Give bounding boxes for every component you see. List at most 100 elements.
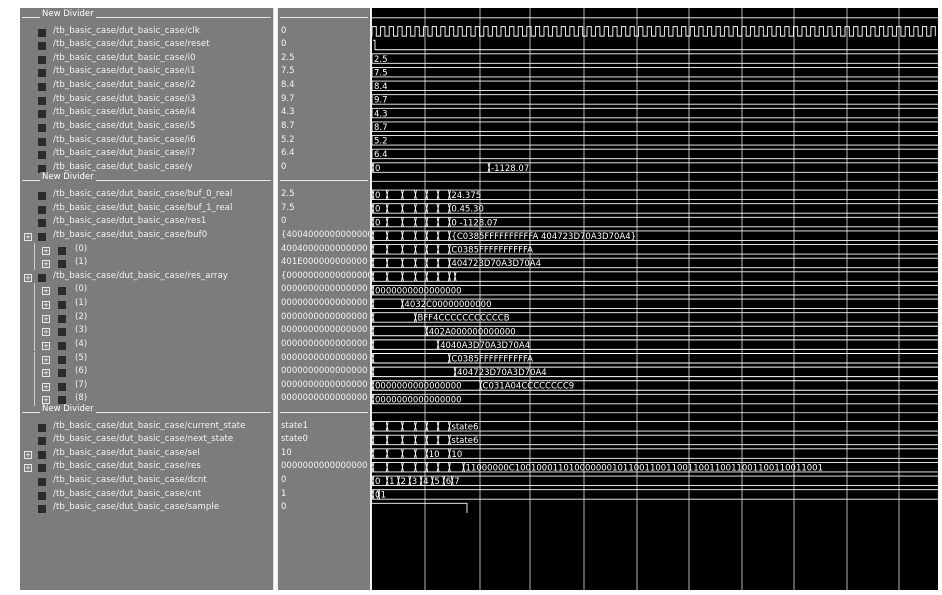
signal-name[interactable]: (1) xyxy=(75,298,87,308)
signal-row-name[interactable]: New Divider xyxy=(20,172,273,188)
signal-row-name[interactable]: /tb_basic_case/dut_basic_case/i1 xyxy=(20,65,273,79)
signal-value: 0000000000000000 xyxy=(281,461,368,472)
signal-row-name[interactable]: /tb_basic_case/dut_basic_case/i0 xyxy=(20,52,273,66)
signal-row-name[interactable]: + (6) xyxy=(20,365,273,379)
signal-row-name[interactable]: /tb_basic_case/dut_basic_case/i2 xyxy=(20,79,273,93)
signal-row-name[interactable]: /tb_basic_case/dut_basic_case/dcnt xyxy=(20,474,273,488)
expand-icon[interactable]: + xyxy=(24,464,32,473)
signal-row-name[interactable]: + (5) xyxy=(20,351,273,366)
expand-icon[interactable]: + xyxy=(24,273,32,282)
signal-name[interactable]: (6) xyxy=(75,366,87,376)
wave-label: -1128.07 xyxy=(491,164,529,174)
signal-name[interactable]: /tb_basic_case/dut_basic_case/buf_0_real xyxy=(53,189,232,199)
signal-name[interactable]: (1) xyxy=(75,257,87,267)
expand-icon[interactable]: + xyxy=(24,232,32,241)
signal-name[interactable]: (0) xyxy=(75,244,87,254)
signal-name[interactable]: /tb_basic_case/dut_basic_case/res xyxy=(53,461,201,471)
signal-name[interactable]: /tb_basic_case/dut_basic_case/i1 xyxy=(53,66,196,76)
signal-name[interactable]: /tb_basic_case/dut_basic_case/cnt xyxy=(53,489,201,499)
waveform-pane[interactable]: 2.5 7.5 8.4 9.7 4.3 8.7 5.2 6.4 0 -1128.07 0 24.375… xyxy=(370,8,938,590)
signal-name[interactable]: /tb_basic_case/dut_basic_case/i5 xyxy=(53,121,196,131)
signal-icon xyxy=(58,369,66,378)
signal-value: 0000000000000000 xyxy=(281,298,368,309)
expand-icon[interactable]: + xyxy=(24,450,32,459)
signal-icon xyxy=(38,423,46,432)
signal-row-name[interactable]: + (1) xyxy=(20,297,273,311)
signal-row-name[interactable]: /tb_basic_case/dut_basic_case/cnt xyxy=(20,488,273,502)
signal-row-name[interactable]: + /tb_basic_case/dut_basic_case/buf0 xyxy=(20,229,273,243)
signal-name[interactable]: /tb_basic_case/dut_basic_case/buf0 xyxy=(53,230,207,240)
signal-row-name[interactable]: + /tb_basic_case/dut_basic_case/res xyxy=(20,460,273,474)
signal-row-name[interactable]: /tb_basic_case/dut_basic_case/current_st… xyxy=(20,420,273,434)
expand-icon[interactable]: + xyxy=(42,328,50,337)
signal-name[interactable]: /tb_basic_case/dut_basic_case/sel xyxy=(53,448,200,458)
signal-name[interactable]: /tb_basic_case/dut_basic_case/i2 xyxy=(53,80,196,90)
signal-name[interactable]: /tb_basic_case/dut_basic_case/i4 xyxy=(53,107,196,117)
signal-name[interactable]: /tb_basic_case/dut_basic_case/res_array xyxy=(53,271,228,281)
signal-row-name[interactable]: + (1) xyxy=(20,256,273,270)
signal-value: 8.7 xyxy=(281,120,295,131)
signal-name[interactable]: (7) xyxy=(75,380,87,390)
bus-wave xyxy=(372,135,938,146)
signal-row-name[interactable]: /tb_basic_case/dut_basic_case/clk xyxy=(20,25,273,39)
expand-icon[interactable]: + xyxy=(42,382,50,391)
expand-icon[interactable]: + xyxy=(42,314,50,323)
signal-row-name[interactable]: /tb_basic_case/dut_basic_case/i6 xyxy=(20,134,273,148)
signal-row-value: 0000000000000000 xyxy=(278,324,370,338)
expand-icon[interactable]: + xyxy=(42,287,50,296)
expand-icon[interactable]: + xyxy=(42,369,50,378)
signal-name[interactable]: /tb_basic_case/dut_basic_case/i3 xyxy=(53,94,196,104)
signal-row-name[interactable]: /tb_basic_case/dut_basic_case/i5 xyxy=(20,120,273,134)
signal-name[interactable]: /tb_basic_case/dut_basic_case/i6 xyxy=(53,135,196,145)
signal-row-name[interactable]: + (0) xyxy=(20,283,273,297)
signal-name[interactable]: /tb_basic_case/dut_basic_case/current_st… xyxy=(53,421,245,431)
signal-row-name[interactable]: /tb_basic_case/dut_basic_case/i4 xyxy=(20,106,273,120)
signal-value: 0 xyxy=(281,25,287,36)
signal-row-name[interactable]: New Divider xyxy=(20,9,273,25)
signal-row-name[interactable]: + (7) xyxy=(20,378,273,393)
signal-row-name[interactable]: + (2) xyxy=(20,310,273,325)
signal-row-name[interactable]: + (3) xyxy=(20,324,273,338)
waveform-canvas[interactable]: 2.5 7.5 8.4 9.7 4.3 8.7 5.2 6.4 0 -1128.07 0 24.375… xyxy=(372,8,938,590)
expand-icon[interactable]: + xyxy=(42,301,50,310)
signal-row-value: 0000000000000000 xyxy=(278,379,370,393)
signal-row-name[interactable]: /tb_basic_case/dut_basic_case/res1 xyxy=(20,215,273,229)
signal-row-name[interactable]: /tb_basic_case/dut_basic_case/next_state xyxy=(20,433,273,447)
expand-icon[interactable]: + xyxy=(42,355,50,364)
signal-names-pane[interactable]: New Divider/tb_basic_case/dut_basic_case… xyxy=(20,8,274,590)
signal-name[interactable]: /tb_basic_case/dut_basic_case/next_state xyxy=(53,434,233,444)
expand-icon[interactable]: + xyxy=(42,260,50,269)
signal-row-name[interactable]: /tb_basic_case/dut_basic_case/i7 xyxy=(20,147,273,161)
signal-name[interactable]: (5) xyxy=(75,353,87,363)
signal-name[interactable]: /tb_basic_case/dut_basic_case/res1 xyxy=(53,216,206,226)
signal-name[interactable]: (4) xyxy=(75,339,87,349)
expand-icon[interactable]: + xyxy=(42,246,50,255)
signal-row-name[interactable]: + (0) xyxy=(20,242,273,257)
signal-row-name[interactable]: + /tb_basic_case/dut_basic_case/sel xyxy=(20,447,273,461)
signal-name[interactable]: /tb_basic_case/dut_basic_case/sample xyxy=(53,502,219,512)
signal-row-name[interactable]: + (4) xyxy=(20,337,273,352)
signal-row-name[interactable]: New Divider xyxy=(20,403,273,420)
signal-row-name[interactable]: /tb_basic_case/dut_basic_case/i3 xyxy=(20,93,273,107)
expand-icon[interactable]: + xyxy=(42,341,50,350)
signal-value: 0000000000000000 xyxy=(281,311,368,322)
signal-values-pane[interactable]: 0 0 2.5 7.5 8.4 9.7 4.3 8.7 5.2 6.4 0 2.5 7.5 0 {40040… xyxy=(276,8,370,590)
signal-row-name[interactable]: /tb_basic_case/dut_basic_case/buf_0_real xyxy=(20,188,273,202)
signal-name[interactable]: /tb_basic_case/dut_basic_case/y xyxy=(53,162,193,172)
signal-name[interactable]: (2) xyxy=(75,312,87,322)
signal-row-name[interactable]: /tb_basic_case/dut_basic_case/sample xyxy=(20,501,273,515)
signal-name[interactable]: /tb_basic_case/dut_basic_case/clk xyxy=(53,26,200,36)
signal-row-name[interactable]: + /tb_basic_case/dut_basic_case/res_array xyxy=(20,270,273,284)
signal-name[interactable]: /tb_basic_case/dut_basic_case/dcnt xyxy=(53,475,207,485)
signal-name[interactable]: /tb_basic_case/dut_basic_case/i7 xyxy=(53,148,196,158)
signal-name[interactable]: /tb_basic_case/dut_basic_case/buf_1_real xyxy=(53,203,232,213)
signal-row-name[interactable]: /tb_basic_case/dut_basic_case/reset xyxy=(20,38,273,52)
signal-row-name[interactable]: /tb_basic_case/dut_basic_case/buf_1_real xyxy=(20,202,273,216)
signal-name[interactable]: (3) xyxy=(75,325,87,335)
wave-label: C0385FFFFFFFFFFA xyxy=(451,246,533,256)
signal-name[interactable]: /tb_basic_case/dut_basic_case/reset xyxy=(53,39,210,49)
signal-row-value: 10 xyxy=(278,447,370,461)
signal-name[interactable]: /tb_basic_case/dut_basic_case/i0 xyxy=(53,53,196,63)
signal-name[interactable]: (8) xyxy=(75,393,87,403)
signal-name[interactable]: (0) xyxy=(75,284,87,294)
